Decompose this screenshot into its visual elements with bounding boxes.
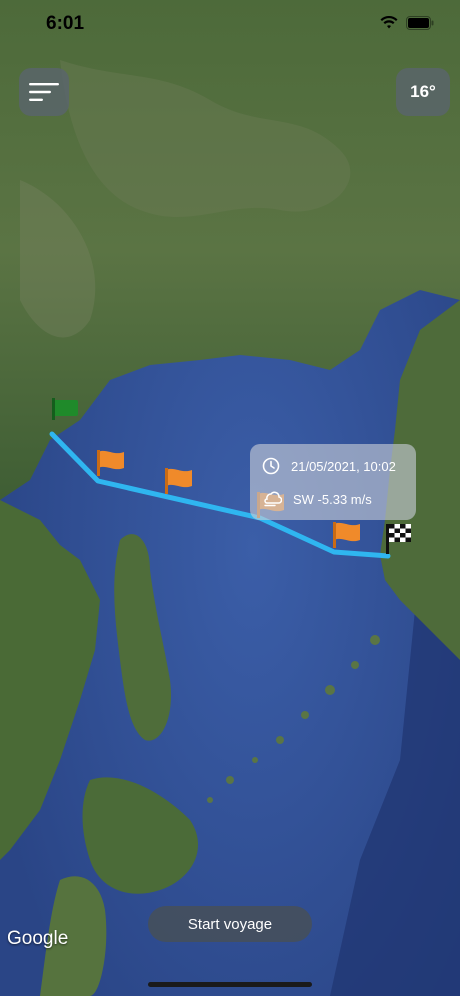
temperature-button[interactable]: 16°: [396, 68, 450, 116]
start-voyage-button[interactable]: Start voyage: [148, 906, 312, 942]
wifi-icon: [380, 16, 398, 29]
weather-popup: 21/05/2021, 10:02 SW -5.33 m/s: [250, 444, 416, 520]
home-indicator[interactable]: [148, 982, 312, 987]
menu-icon: [29, 83, 59, 101]
menu-button[interactable]: [19, 68, 69, 116]
wind-row: SW -5.33 m/s: [262, 490, 372, 508]
status-bar: 6:01: [0, 0, 460, 50]
map-screen: 6:01 16° 21/05/2021, 10:02 SW -5.33 m/s …: [0, 0, 460, 996]
temperature-value: 16°: [410, 82, 436, 101]
google-logo: Google: [7, 928, 69, 949]
popup-wind: SW -5.33 m/s: [293, 491, 372, 507]
popup-datetime: 21/05/2021, 10:02: [291, 458, 396, 474]
status-time: 6:01: [46, 13, 85, 34]
datetime-row: 21/05/2021, 10:02: [262, 457, 396, 475]
status-icons: [380, 16, 434, 30]
battery-icon: [406, 16, 434, 30]
clock-icon: [262, 457, 280, 475]
wind-cloud-icon: [264, 491, 282, 507]
start-voyage-label: Start voyage: [187, 915, 273, 933]
